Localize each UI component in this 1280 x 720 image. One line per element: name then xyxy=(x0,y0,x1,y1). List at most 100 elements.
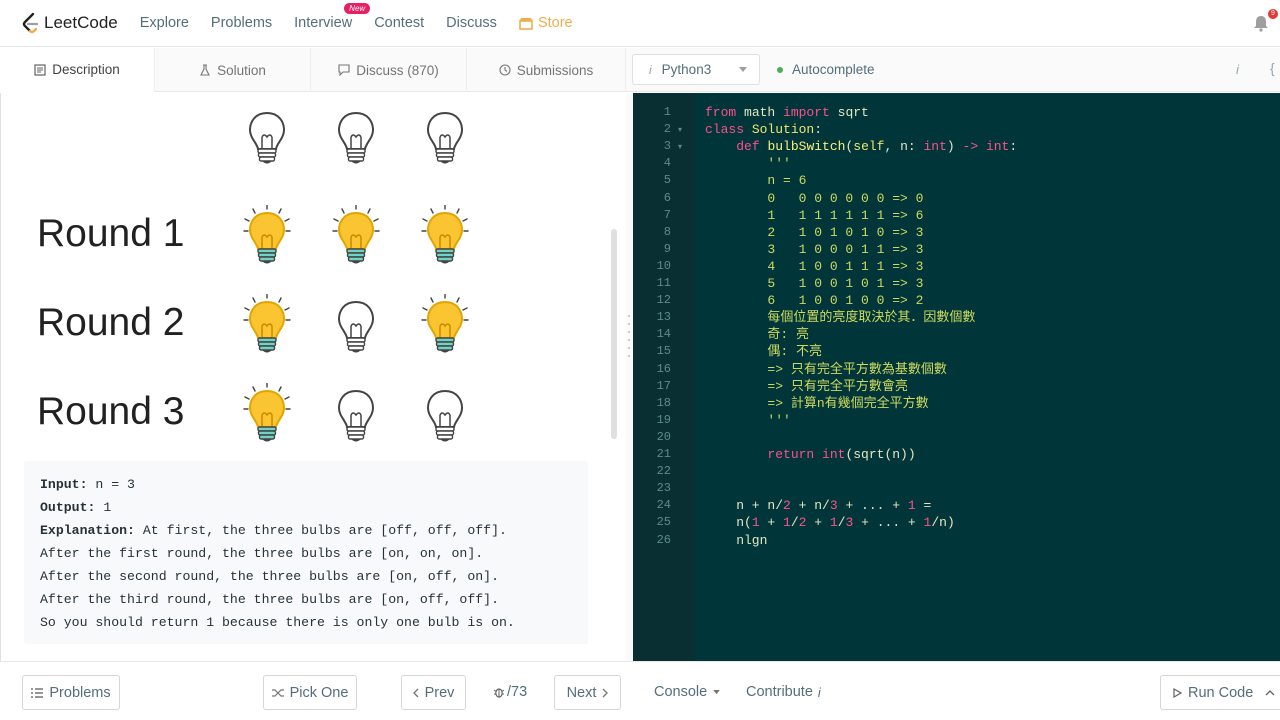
code-token: self xyxy=(853,139,885,155)
pick-one-button[interactable]: Pick One xyxy=(263,675,357,710)
code-token: math xyxy=(736,105,784,120)
code-token: 2 xyxy=(783,498,791,514)
leetcode-logo[interactable]: LeetCode xyxy=(20,12,118,34)
bulb-illustration: Round 1 Round 2 Round 3 xyxy=(1,93,601,453)
next-button-label: Next xyxy=(566,684,597,701)
code-token: : xyxy=(1009,139,1018,155)
problem-pager[interactable]: /73 xyxy=(493,684,527,700)
code-line: 2 1 0 1 0 1 0 => 3 xyxy=(705,224,923,241)
chevron-right-icon xyxy=(602,688,609,697)
lightbulb-off-icon xyxy=(332,383,380,447)
line-number: 2 xyxy=(663,122,671,137)
code-line: 1 1 1 1 1 1 1 => 6 xyxy=(705,207,923,224)
line-number: 8 xyxy=(663,224,671,239)
code-editor[interactable]: 1 2 ▾ 3 ▾ 4 5 6 7 8 9 10 11 12 13 14 15 16 17 18 19 20 21 22 23 2… xyxy=(633,93,1280,661)
code-line: n = 6 xyxy=(705,172,806,189)
lightbulb-off-icon xyxy=(421,105,469,169)
code-area[interactable]: from math import sqrt class Solution: def… xyxy=(695,93,1280,661)
lightbulb-on-icon xyxy=(332,204,380,269)
line-number: 5 xyxy=(663,173,671,188)
page-count: /73 xyxy=(507,684,528,700)
description-icon xyxy=(34,63,46,76)
code-token: => 只有完全平方數會亮 xyxy=(705,378,908,394)
code-token: (sqrt(n)) xyxy=(845,447,916,462)
bell-icon[interactable] xyxy=(1252,14,1270,32)
problems-button[interactable]: Problems xyxy=(22,675,120,710)
code-token: from xyxy=(705,105,737,120)
editor-info-icon[interactable]: i xyxy=(1236,62,1239,77)
code-token: 1 xyxy=(783,515,791,531)
language-select[interactable]: i Python3 xyxy=(632,54,760,85)
tab-description[interactable]: Description xyxy=(0,48,155,92)
console-toggle[interactable]: Console xyxy=(654,684,721,700)
nav-discuss[interactable]: Discuss xyxy=(446,15,497,31)
code-token: + n/ xyxy=(790,498,830,514)
next-button[interactable]: Next xyxy=(554,675,621,710)
notification-count-badge: 9 xyxy=(1268,9,1278,19)
nav-explore[interactable]: Explore xyxy=(140,15,189,31)
comment-icon xyxy=(338,64,350,76)
code-token: 1 1 1 1 1 1 1 => 6 xyxy=(705,207,924,223)
line-number: 14 xyxy=(656,327,671,342)
tab-submissions[interactable]: Submissions xyxy=(467,48,626,92)
code-line: 4 1 0 0 1 1 1 => 3 xyxy=(705,258,923,275)
lightbulb-on-icon xyxy=(421,204,469,269)
tab-discuss[interactable]: Discuss (870) xyxy=(311,48,467,92)
nav-interview-label: Interview xyxy=(294,15,353,31)
description-scrollbar[interactable] xyxy=(611,229,617,439)
fold-arrow-icon[interactable]: ▾ xyxy=(678,138,682,155)
tab-discuss-label: Discuss (870) xyxy=(356,62,439,78)
panel-splitter[interactable] xyxy=(626,93,633,661)
code-token: 3 xyxy=(829,498,838,514)
nav-contest[interactable]: Contest xyxy=(374,15,424,31)
nav-problems[interactable]: Problems xyxy=(211,15,272,31)
autocomplete-toggle[interactable]: Autocomplete xyxy=(777,62,875,77)
nav-interview[interactable]: Interview New xyxy=(294,3,371,31)
contribute-info-icon: i xyxy=(817,684,821,700)
code-token: bulbSwitch xyxy=(767,139,846,155)
code-token: 1 xyxy=(829,515,838,531)
line-number: 23 xyxy=(656,481,671,496)
code-token: 奇: 亮 xyxy=(705,327,810,343)
code-token: Solution xyxy=(751,122,815,138)
line-number: 3 xyxy=(663,139,671,154)
chevron-down-icon xyxy=(713,689,721,694)
prev-button[interactable]: Prev xyxy=(401,675,466,710)
code-token: n + n/ xyxy=(705,498,784,514)
example-input: Input: n = 3 xyxy=(40,473,572,496)
language-value: Python3 xyxy=(661,62,712,77)
lightbulb-on-icon xyxy=(243,204,291,269)
problem-description: Round 1 Round 2 Round 3 Input: n = 3 Out… xyxy=(0,93,626,661)
chevron-left-icon xyxy=(412,688,419,697)
chevron-up-icon xyxy=(1265,689,1275,695)
nav-store[interactable]: Store xyxy=(519,15,573,31)
language-info-icon: i xyxy=(649,62,652,77)
autocomplete-status-dot xyxy=(777,66,783,73)
prev-button-label: Prev xyxy=(424,684,455,701)
line-number: 24 xyxy=(656,498,671,513)
run-code-button[interactable]: Run Code xyxy=(1160,675,1280,710)
bottom-bar: Problems Pick One Prev /73 Next Console … xyxy=(0,661,1280,720)
code-token: n( xyxy=(705,515,752,531)
code-token: ''' xyxy=(705,156,791,172)
tab-description-label: Description xyxy=(52,62,120,77)
example-explanation: Explanation: At first, the three bulbs a… xyxy=(40,519,572,542)
line-number: 11 xyxy=(656,276,671,290)
autocomplete-label: Autocomplete xyxy=(792,62,875,77)
editor-settings-icon[interactable]: { xyxy=(1270,60,1275,76)
code-token: + xyxy=(806,515,830,531)
contribute-link[interactable]: Contribute i xyxy=(746,684,821,700)
code-token: def xyxy=(736,139,760,155)
tab-solution[interactable]: Solution xyxy=(155,48,311,92)
tab-solution-label: Solution xyxy=(217,62,266,78)
fold-arrow-icon[interactable]: ▾ xyxy=(678,121,682,138)
explanation-line: So you should return 1 because there is … xyxy=(40,615,515,630)
code-line: 偶: 不亮 xyxy=(705,343,822,360)
code-line: return int(sqrt(n)) xyxy=(705,446,916,463)
code-line: class Solution: xyxy=(705,121,822,138)
code-token: 偶: 不亮 xyxy=(705,344,823,360)
lightbulb-off-icon xyxy=(332,294,380,358)
pick-one-button-label: Pick One xyxy=(289,684,349,701)
